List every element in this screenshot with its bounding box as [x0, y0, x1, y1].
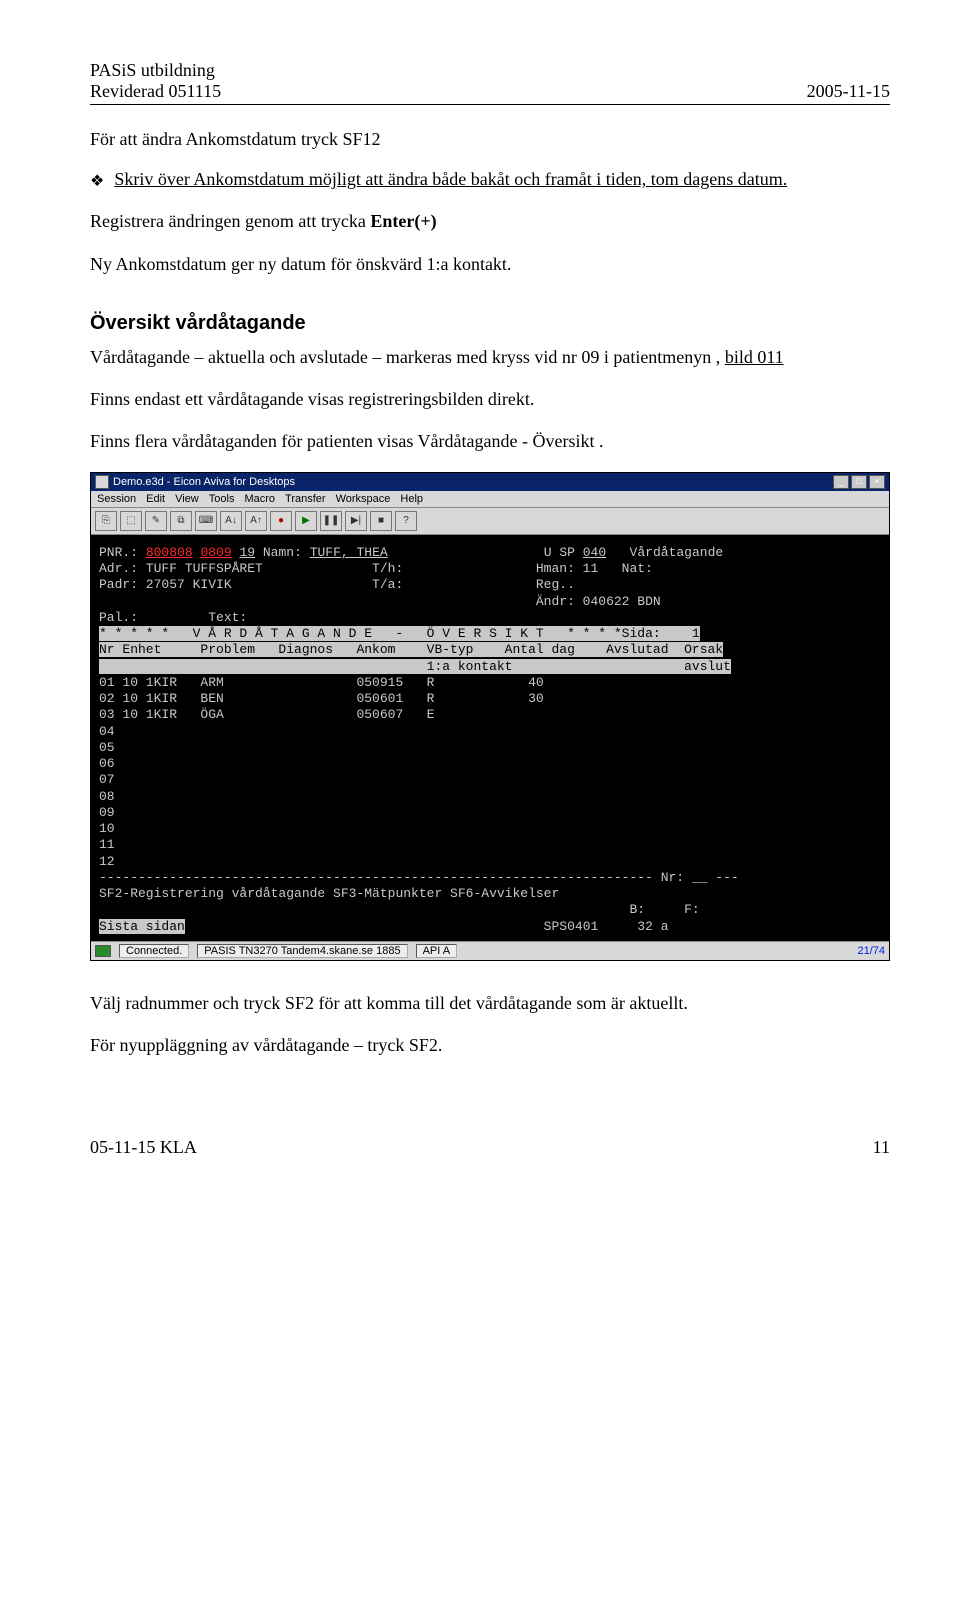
table-row: 02 10 1KIR BEN 050601 R 30: [99, 691, 544, 706]
app-icon: [95, 475, 109, 489]
table-row: 08: [99, 789, 115, 804]
menu-tools[interactable]: Tools: [209, 493, 235, 505]
footer-left: 05-11-15 KLA: [90, 1137, 197, 1158]
section-title-oversikt: Översikt vårdåtagande: [90, 312, 890, 335]
bild-ref: bild 011: [725, 347, 784, 367]
conn-icon: [95, 945, 111, 957]
heading-change-ankomst: För att ändra Ankomstdatum tryck SF12: [90, 127, 890, 151]
table-row: 05: [99, 740, 115, 755]
record-icon[interactable]: ●: [270, 511, 292, 531]
oversikt-desc: Vårdåtagande – aktuella och avslutade – …: [90, 345, 890, 369]
table-row: 10: [99, 821, 115, 836]
table-row: 09: [99, 805, 115, 820]
header-revised: Reviderad 051115: [90, 81, 221, 102]
table-row: 11: [99, 837, 115, 852]
diamond-icon: ❖: [90, 171, 104, 191]
bullet-text-content: Skriv över Ankomstdatum möjligt att ändr…: [114, 169, 787, 189]
titlebar: Demo.e3d - Eicon Aviva for Desktops _ □ …: [91, 473, 889, 491]
new-vard-instruction: För nyuppläggning av vårdåtagande – tryc…: [90, 1033, 890, 1057]
last-page-label: Sista sidan: [99, 919, 185, 934]
oversikt-header-3: 1:a kontakt avslut: [99, 659, 731, 674]
menu-view[interactable]: View: [175, 493, 199, 505]
page-number: 11: [873, 1137, 890, 1158]
tool-btn-5[interactable]: ⌨: [195, 511, 217, 531]
enter-key: Enter(+): [370, 211, 436, 231]
menu-macro[interactable]: Macro: [244, 493, 275, 505]
oversikt-desc-a: Vårdåtagande – aktuella och avslutade – …: [90, 347, 725, 367]
bullet-text: Skriv över Ankomstdatum möjligt att ändr…: [114, 169, 787, 190]
skip-icon[interactable]: ▶|: [345, 511, 367, 531]
dash-line: ----------------------------------------…: [99, 870, 739, 885]
menu-help[interactable]: Help: [400, 493, 423, 505]
terminal-screen: PNR.: 800808 0809 19 Namn: TUFF, THEA U …: [91, 535, 889, 941]
table-row: 03 10 1KIR ÖGA 050607 E: [99, 707, 434, 722]
register-instruction-a: Registrera ändringen genom att trycka: [90, 211, 370, 231]
table-row: 01 10 1KIR ARM 050915 R 40: [99, 675, 544, 690]
register-instruction: Registrera ändringen genom att trycka En…: [90, 209, 890, 233]
window-title: Demo.e3d - Eicon Aviva for Desktops: [113, 476, 295, 488]
cursor-position: 21/74: [857, 945, 885, 957]
terminal-window: Demo.e3d - Eicon Aviva for Desktops _ □ …: [90, 472, 890, 961]
header-date: 2005-11-15: [807, 81, 890, 102]
menu-session[interactable]: Session: [97, 493, 136, 505]
tool-font-inc[interactable]: A↑: [245, 511, 267, 531]
fn-keys-line: SF2-Registrering vårdåtagande SF3-Mätpun…: [99, 886, 559, 901]
tool-btn-3[interactable]: ✎: [145, 511, 167, 531]
oversikt-header-1: * * * * * V Å R D Å T A G A N D E - Ö V …: [99, 626, 700, 641]
status-host: PASIS TN3270 Tandem4.skane.se 1885: [197, 944, 407, 958]
statusbar: Connected. PASIS TN3270 Tandem4.skane.se…: [91, 941, 889, 960]
new-ankomst-note: Ny Ankomstdatum ger ny datum för önskvär…: [90, 252, 890, 276]
header-title: PASiS utbildning: [90, 60, 221, 81]
table-row: 07: [99, 772, 115, 787]
table-row: 06: [99, 756, 115, 771]
menu-transfer[interactable]: Transfer: [285, 493, 326, 505]
page-footer: 05-11-15 KLA 11: [90, 1137, 890, 1158]
table-row: 04: [99, 724, 115, 739]
pnr-field-2[interactable]: 0809: [200, 545, 231, 560]
help-icon[interactable]: ?: [395, 511, 417, 531]
status-api: API A: [416, 944, 458, 958]
oversikt-header-2: Nr Enhet Problem Diagnos Ankom VB-typ An…: [99, 642, 723, 657]
status-connected: Connected.: [119, 944, 189, 958]
stop-icon[interactable]: ■: [370, 511, 392, 531]
menubar: Session Edit View Tools Macro Transfer W…: [91, 491, 889, 508]
maximize-button[interactable]: □: [851, 475, 867, 489]
single-vard-note: Finns endast ett vårdåtagande visas regi…: [90, 387, 890, 411]
tool-btn-2[interactable]: ⬚: [120, 511, 142, 531]
name-field: TUFF, THEA: [310, 545, 388, 560]
tool-font-dec[interactable]: A↓: [220, 511, 242, 531]
menu-edit[interactable]: Edit: [146, 493, 165, 505]
pause-icon[interactable]: ❚❚: [320, 511, 342, 531]
play-icon[interactable]: ▶: [295, 511, 317, 531]
close-button[interactable]: ×: [869, 475, 885, 489]
tool-btn-1[interactable]: ⎘: [95, 511, 117, 531]
minimize-button[interactable]: _: [833, 475, 849, 489]
select-row-instruction: Välj radnummer och tryck SF2 för att kom…: [90, 991, 890, 1015]
pnr-field-1[interactable]: 800808: [146, 545, 193, 560]
bullet-instruction: ❖ Skriv över Ankomstdatum möjligt att än…: [90, 169, 890, 191]
menu-workspace[interactable]: Workspace: [336, 493, 391, 505]
table-row: 12: [99, 854, 115, 869]
pnr-field-3[interactable]: 19: [239, 545, 255, 560]
multi-vard-note: Finns flera vårdåtaganden för patienten …: [90, 429, 890, 453]
page-header: PASiS utbildning Reviderad 051115 2005-1…: [90, 60, 890, 105]
toolbar: ⎘ ⬚ ✎ ⧉ ⌨ A↓ A↑ ● ▶ ❚❚ ▶| ■ ?: [91, 508, 889, 535]
sp-code[interactable]: 040: [583, 545, 606, 560]
tool-btn-4[interactable]: ⧉: [170, 511, 192, 531]
